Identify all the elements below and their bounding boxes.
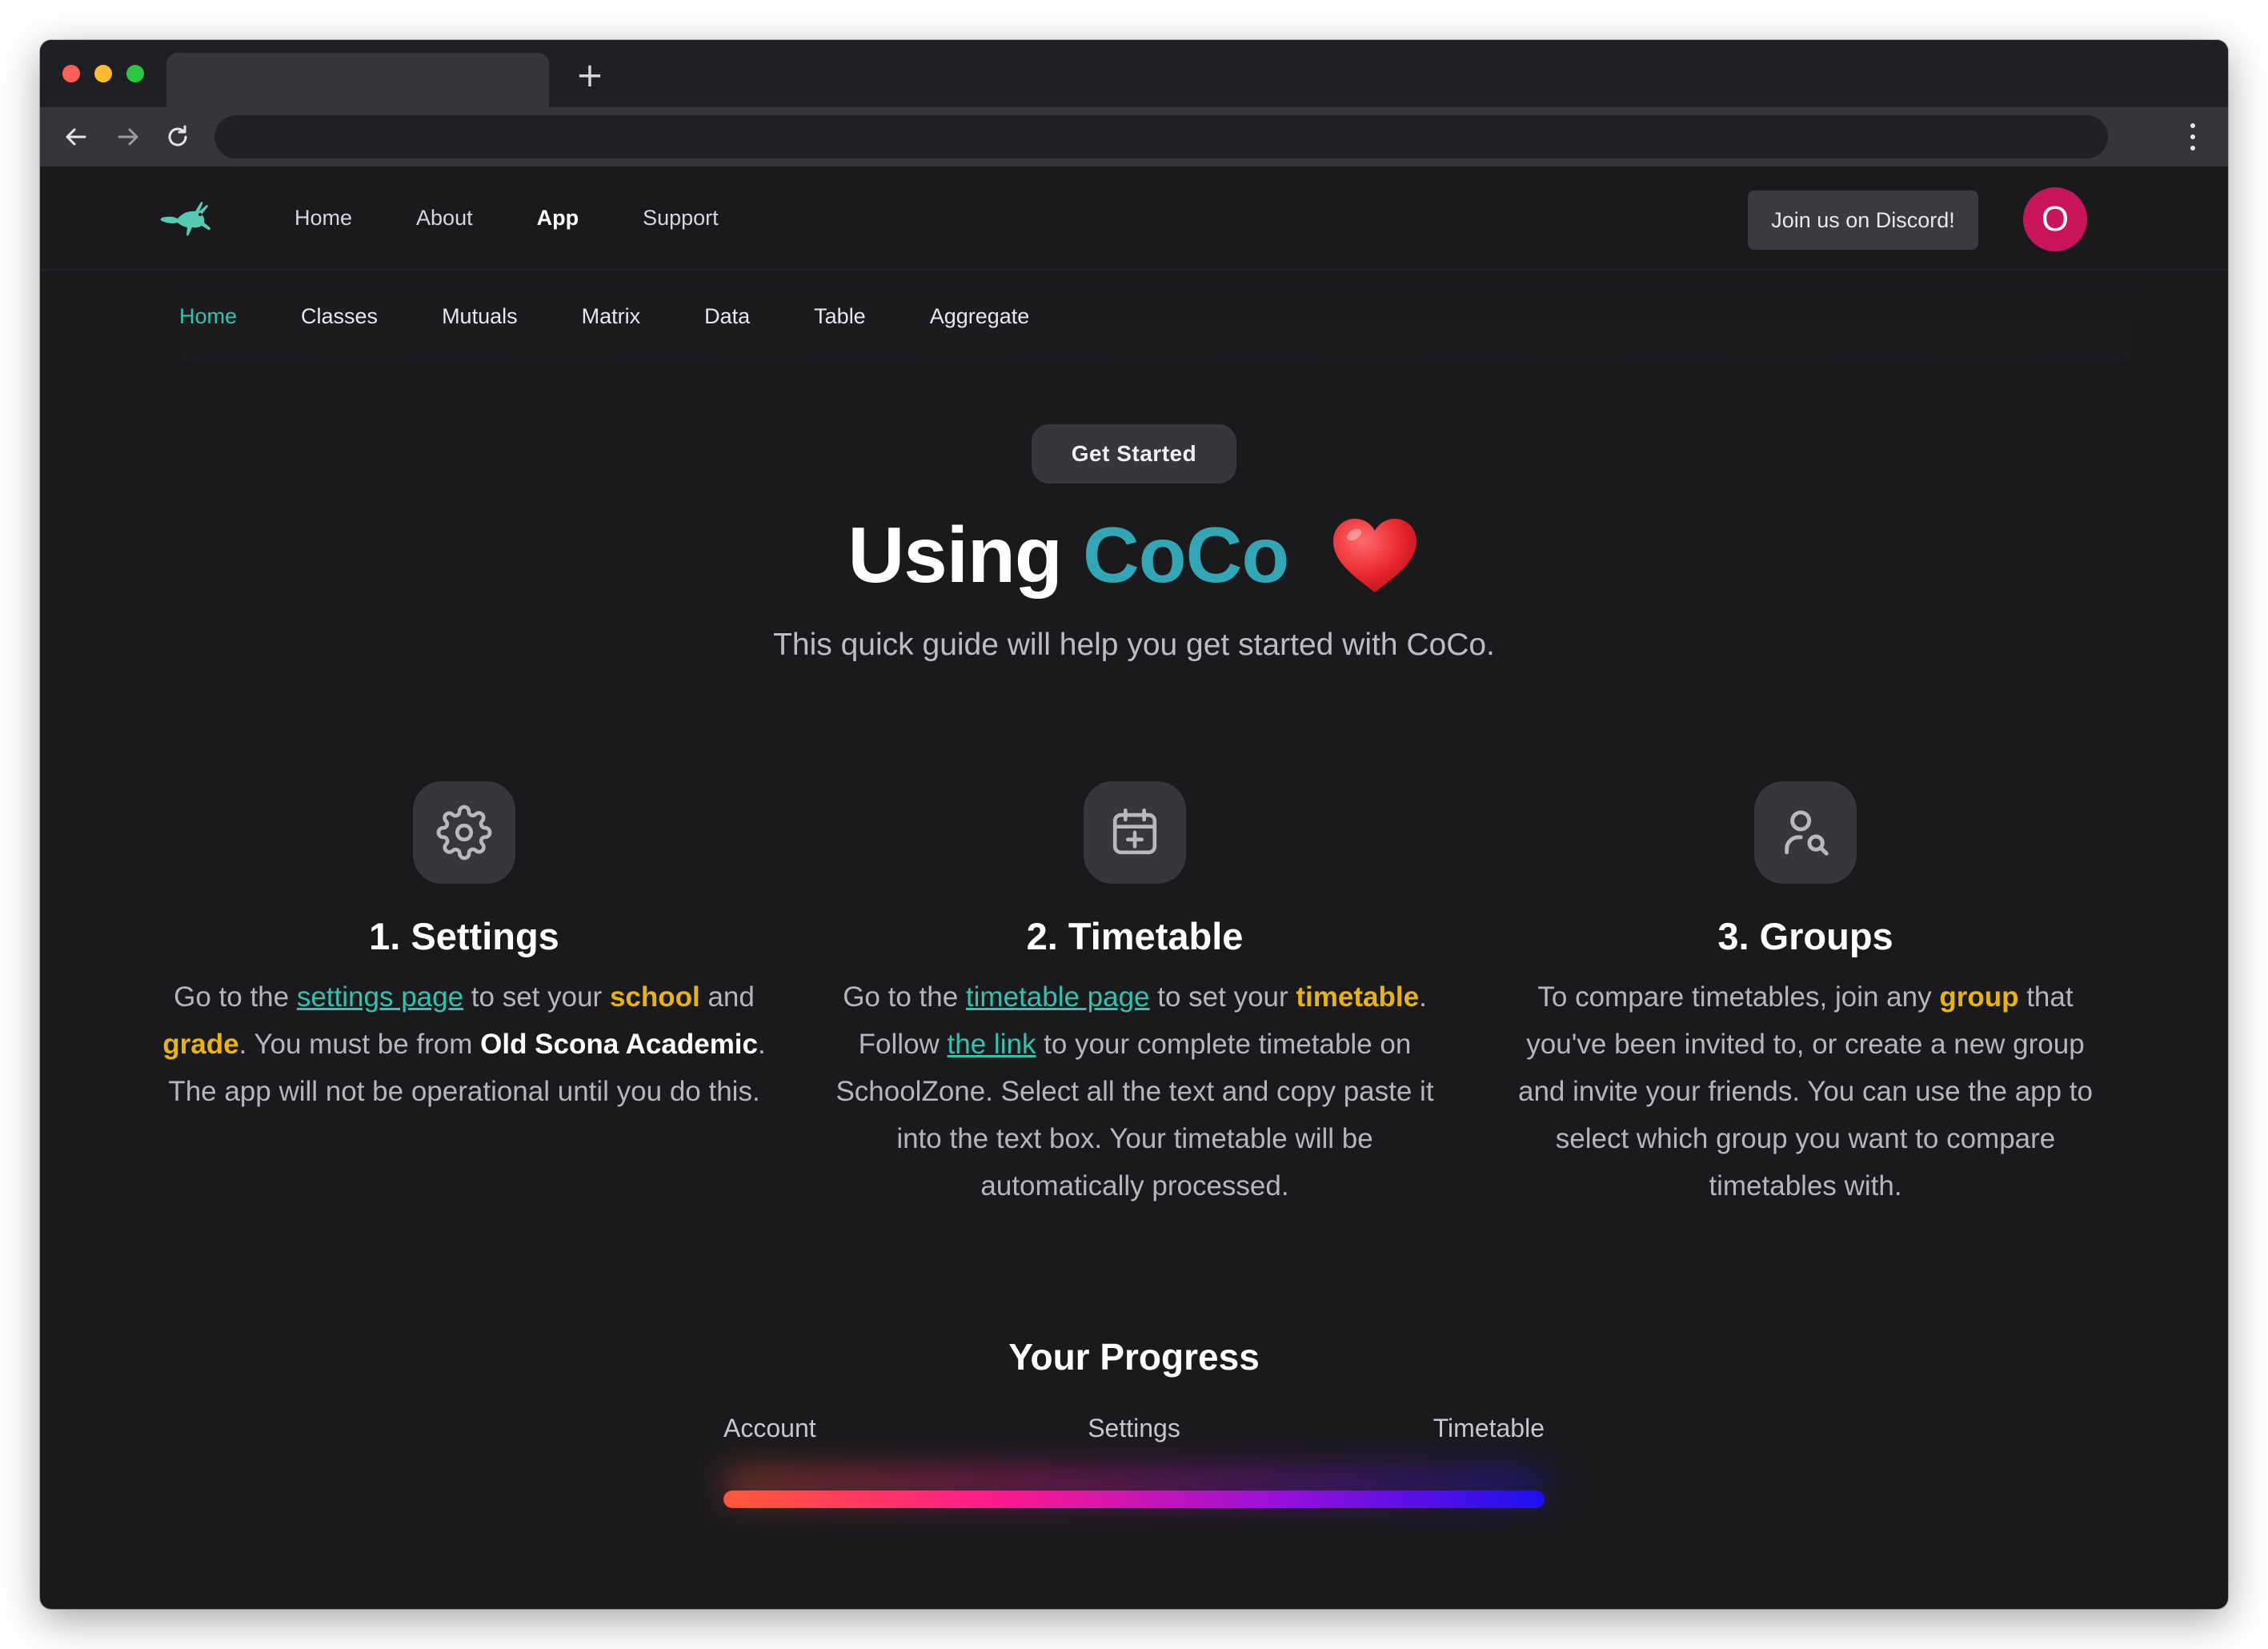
subnav-home[interactable]: Home <box>179 304 237 329</box>
school-name: Old Scona Academic <box>480 1029 758 1060</box>
get-started-pill: Get Started <box>1032 424 1236 483</box>
maximize-window-button[interactable] <box>126 65 144 82</box>
reload-icon <box>168 125 187 146</box>
step-settings: 1. Settings Go to the settings page to s… <box>160 781 768 1115</box>
arrow-right-icon <box>118 128 138 146</box>
step-description: To compare timetables, join any group th… <box>1501 973 2110 1210</box>
text: to set your <box>463 981 610 1013</box>
step-title: 3. Groups <box>1717 915 1893 957</box>
browser-menu-button[interactable] <box>2175 118 2210 155</box>
highlight-group: group <box>1939 981 2019 1013</box>
forward-button[interactable] <box>108 117 148 157</box>
coco-rabbit-logo[interactable] <box>158 191 218 239</box>
text: To compare timetables, join any <box>1537 981 1940 1013</box>
minimize-window-button[interactable] <box>94 65 112 82</box>
subnav-mutuals[interactable]: Mutuals <box>442 304 518 329</box>
step-title: 1. Settings <box>369 915 559 957</box>
heart-icon <box>1330 516 1420 596</box>
back-button[interactable] <box>56 117 96 157</box>
site-header: Home About App Support Join us on Discor… <box>40 167 2228 271</box>
timetable-page-link[interactable]: timetable page <box>966 981 1150 1013</box>
subnav-classes[interactable]: Classes <box>301 304 378 329</box>
app-subnav: Home Classes Mutuals Matrix Data Table A… <box>179 269 2132 363</box>
progress-label-account: Account <box>723 1414 816 1442</box>
user-search-icon <box>1754 781 1857 884</box>
step-description: Go to the timetable page to set your tim… <box>831 973 1439 1210</box>
new-tab-button[interactable]: + <box>572 58 607 93</box>
progress-fill <box>723 1491 1545 1508</box>
nav-support[interactable]: Support <box>643 206 719 231</box>
highlight-grade: grade <box>162 1029 239 1060</box>
text: Go to the <box>843 981 966 1013</box>
dot <box>2190 146 2195 150</box>
join-discord-button[interactable]: Join us on Discord! <box>1748 191 1978 250</box>
step-title: 2. Timetable <box>1026 915 1244 957</box>
address-bar[interactable] <box>214 115 2108 158</box>
nav-about[interactable]: About <box>416 206 473 231</box>
browser-toolbar <box>40 107 2228 167</box>
subnav-data[interactable]: Data <box>704 304 750 329</box>
step-groups: 3. Groups To compare timetables, join an… <box>1501 781 2110 1210</box>
text: . You must be from <box>238 1029 481 1060</box>
subnav-matrix[interactable]: Matrix <box>582 304 641 329</box>
text: Go to the <box>174 981 297 1013</box>
user-avatar[interactable]: O <box>2023 187 2087 251</box>
nav-app[interactable]: App <box>537 206 579 231</box>
highlight-school: school <box>609 981 700 1013</box>
text: to set your <box>1149 981 1296 1013</box>
text: and <box>699 981 755 1013</box>
progress-labels: Account Settings Timetable <box>723 1414 1545 1449</box>
title-brand: CoCo <box>1082 511 1289 599</box>
schoolzone-link[interactable]: the link <box>948 1029 1036 1060</box>
page-subtitle: This quick guide will help you get start… <box>773 628 1495 662</box>
title-prefix: Using <box>847 511 1063 599</box>
progress-bar <box>723 1491 1545 1508</box>
settings-page-link[interactable]: settings page <box>297 981 463 1013</box>
dot <box>2190 123 2195 128</box>
progress-label-timetable: Timetable <box>1433 1414 1545 1442</box>
step-description: Go to the settings page to set your scho… <box>160 973 768 1115</box>
subnav-aggregate[interactable]: Aggregate <box>930 304 1030 329</box>
dot <box>2190 134 2195 139</box>
browser-tab[interactable] <box>166 53 549 107</box>
arrow-left-icon <box>66 128 86 146</box>
subnav-table[interactable]: Table <box>814 304 866 329</box>
progress-title: Your Progress <box>1008 1336 1260 1378</box>
text: that you've been invited to, or create a… <box>1517 981 2093 1202</box>
reload-button[interactable] <box>158 117 198 157</box>
nav-home[interactable]: Home <box>295 206 352 231</box>
calendar-add-icon <box>1084 781 1186 884</box>
gear-icon <box>413 781 515 884</box>
step-timetable: 2. Timetable Go to the timetable page to… <box>831 781 1439 1210</box>
close-window-button[interactable] <box>62 65 80 82</box>
main-nav: Home About App Support <box>295 167 783 269</box>
browser-window: + Home About App Support Join us on Disc… <box>40 40 2228 1609</box>
page-title: Using CoCo <box>40 503 2228 607</box>
highlight-timetable: timetable <box>1296 981 1420 1013</box>
browser-tab-bar: + <box>40 40 2228 107</box>
progress-label-settings: Settings <box>1088 1414 1180 1442</box>
